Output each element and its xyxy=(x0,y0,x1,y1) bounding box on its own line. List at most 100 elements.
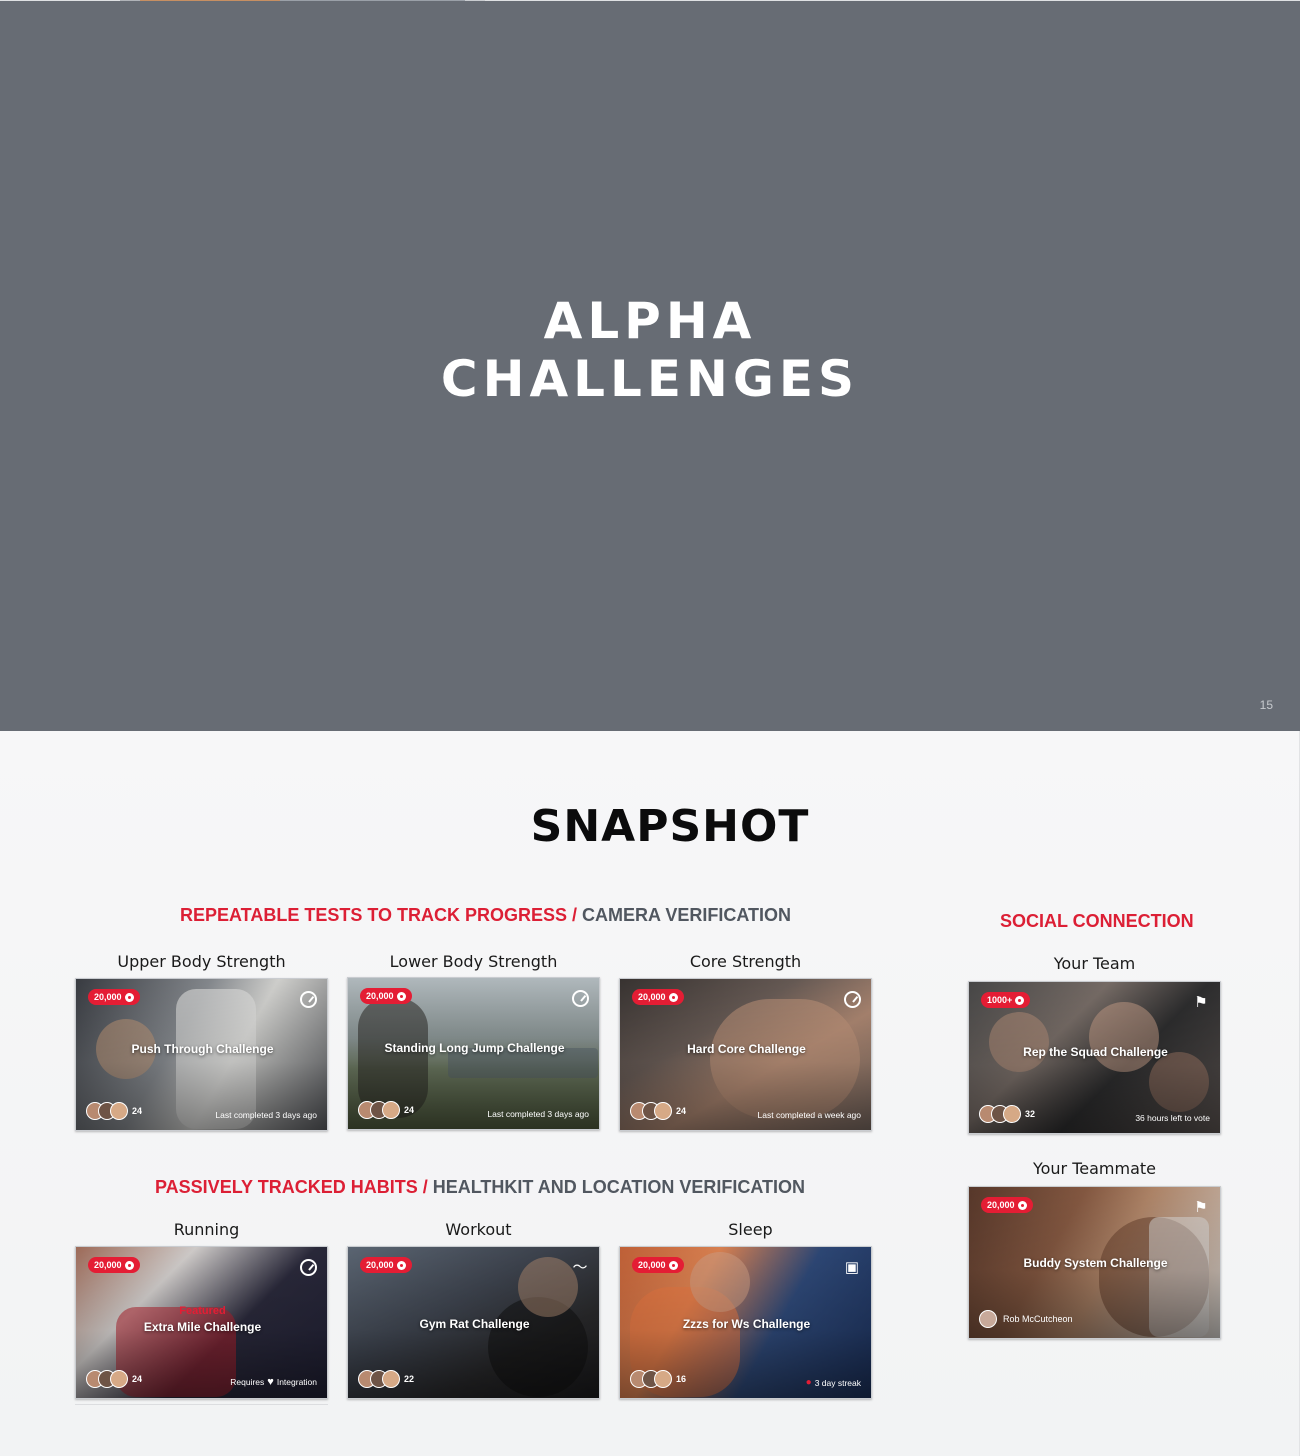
challenge-card-buddy-system[interactable]: 20,000 ⚑ Buddy System Challenge Rob McCu… xyxy=(968,1186,1221,1339)
heart-icon: ♥ xyxy=(267,1376,274,1388)
cover-title: ALPHA CHALLENGES xyxy=(0,292,1300,408)
card-underline xyxy=(75,1404,328,1405)
participant-count: 22 xyxy=(404,1374,415,1384)
challenge-card-rep-the-squad[interactable]: 1000+ ⚑ Rep the Squad Challenge 32 36 ho… xyxy=(968,981,1221,1134)
snapshot-title: SNAPSHOT xyxy=(530,801,810,852)
participant-count: 32 xyxy=(1025,1109,1036,1119)
snapshot-slide: SNAPSHOT REPEATABLE TESTS TO TRACK PROGR… xyxy=(0,731,1300,1456)
card-title: Zzzs for Ws Challenge xyxy=(682,1317,811,1331)
card-footer: Requires ♥ Integration xyxy=(230,1376,317,1388)
card-footer: Last completed 3 days ago xyxy=(215,1110,317,1120)
repeatable-heading: REPEATABLE TESTS TO TRACK PROGRESS / CAM… xyxy=(180,905,791,926)
teammate-name: Rob McCutcheon xyxy=(1003,1314,1073,1324)
cover-title-line1: ALPHA xyxy=(543,292,757,350)
challenge-card-gym-rat[interactable]: 20,000 〜 Gym Rat Challenge 22 xyxy=(347,1246,600,1399)
card-label-upper-body: Upper Body Strength xyxy=(117,952,286,971)
card-footer: Last completed a week ago xyxy=(757,1110,861,1120)
participant-count: 24 xyxy=(404,1105,415,1115)
participant-count: 16 xyxy=(676,1374,687,1384)
passive-heading-rest: HEALTHKIT AND LOCATION VERIFICATION xyxy=(427,1177,806,1197)
page-number: 15 xyxy=(1259,698,1273,712)
repeatable-heading-accent: REPEATABLE TESTS TO TRACK PROGRESS / xyxy=(180,905,578,925)
participant-avatars: 22 xyxy=(358,1370,414,1388)
points-badge: 20,000 xyxy=(88,1257,140,1273)
card-label-running: Running xyxy=(173,1220,240,1239)
teammate-info: Rob McCutcheon xyxy=(979,1310,1073,1328)
card-title: Buddy System Challenge xyxy=(1023,1256,1168,1270)
participant-avatars: 24 xyxy=(358,1101,414,1119)
card-label-your-team: Your Team xyxy=(1053,954,1136,973)
social-heading: SOCIAL CONNECTION xyxy=(1000,911,1194,932)
avatar xyxy=(382,1101,400,1119)
coin-icon xyxy=(668,1260,678,1270)
participant-count: 24 xyxy=(132,1374,143,1384)
avatar xyxy=(382,1370,400,1388)
avatar xyxy=(979,1310,997,1328)
participant-avatars: 16 xyxy=(630,1370,686,1388)
participant-avatars: 24 xyxy=(86,1102,142,1120)
card-title: Hard Core Challenge xyxy=(687,1042,806,1056)
card-title: Extra Mile Challenge xyxy=(143,1320,262,1334)
card-footer: 36 hours left to vote xyxy=(1135,1113,1210,1123)
passive-heading: PASSIVELY TRACKED HABITS / HEALTHKIT AND… xyxy=(155,1177,805,1198)
timer-icon xyxy=(844,991,861,1008)
coin-icon xyxy=(668,992,678,1002)
challenge-card-zzzs-for-ws[interactable]: 20,000 ▣ Zzzs for Ws Challenge 16 ● 3 da… xyxy=(619,1246,872,1399)
passive-heading-accent: PASSIVELY TRACKED HABITS / xyxy=(155,1177,428,1197)
avatar xyxy=(1003,1105,1021,1123)
requires-text: Requires xyxy=(230,1377,265,1387)
timer-icon xyxy=(572,990,589,1007)
flag-icon: ⚑ xyxy=(1194,1199,1208,1216)
coin-icon xyxy=(1017,1200,1027,1210)
participant-avatars: 24 xyxy=(86,1370,142,1388)
avatar xyxy=(110,1370,128,1388)
card-title: Push Through Challenge xyxy=(131,1042,274,1056)
points-badge: 1000+ xyxy=(981,992,1031,1008)
integration-text: Integration xyxy=(276,1377,317,1387)
cover-slide: ALPHA CHALLENGES 15 xyxy=(0,0,1300,731)
coin-icon xyxy=(396,991,406,1001)
points-badge: 20,000 xyxy=(632,1257,684,1273)
flag-icon: ⚑ xyxy=(1194,994,1208,1011)
coin-icon xyxy=(124,992,134,1002)
points-badge: 20,000 xyxy=(360,988,412,1004)
challenge-card-extra-mile[interactable]: 20,000 Featured Extra Mile Challenge 24 … xyxy=(75,1246,328,1399)
participant-avatars: 32 xyxy=(979,1105,1035,1123)
avatar xyxy=(654,1370,672,1388)
card-title: Rep the Squad Challenge xyxy=(1023,1045,1168,1059)
top-border xyxy=(0,0,1300,1)
avatar xyxy=(110,1102,128,1120)
card-label-your-teammate: Your Teammate xyxy=(1032,1159,1157,1178)
participant-avatars: 24 xyxy=(630,1102,686,1120)
streak-icon: ● xyxy=(805,1377,812,1388)
cover-title-line2: CHALLENGES xyxy=(440,350,860,408)
social-heading-text: SOCIAL CONNECTION xyxy=(1000,911,1194,931)
challenge-card-long-jump[interactable]: 20,000 Standing Long Jump Challenge 24 L… xyxy=(347,977,600,1130)
sleep-icon: ▣ xyxy=(844,1259,860,1276)
participant-count: 24 xyxy=(132,1106,143,1116)
challenge-card-push-through[interactable]: 20,000 Push Through Challenge 24 Last co… xyxy=(75,978,328,1131)
points-badge: 20,000 xyxy=(360,1257,412,1273)
timer-icon xyxy=(300,1259,317,1276)
avatar xyxy=(654,1102,672,1120)
coin-icon xyxy=(124,1260,134,1270)
card-label-lower-body: Lower Body Strength xyxy=(389,952,558,971)
streak-text: 3 day streak xyxy=(814,1377,861,1388)
points-badge: 20,000 xyxy=(88,989,140,1005)
card-label-sleep: Sleep xyxy=(728,1220,773,1239)
card-title: Standing Long Jump Challenge xyxy=(384,1041,565,1055)
card-title: Gym Rat Challenge xyxy=(419,1317,530,1331)
card-footer: ● 3 day streak xyxy=(806,1377,861,1388)
heartbeat-icon: 〜 xyxy=(572,1259,588,1276)
points-badge: 20,000 xyxy=(632,989,684,1005)
participant-count: 24 xyxy=(676,1106,687,1116)
challenge-card-hard-core[interactable]: 20,000 Hard Core Challenge 24 Last compl… xyxy=(619,978,872,1131)
featured-label: Featured xyxy=(179,1305,226,1317)
card-label-core: Core Strength xyxy=(689,952,802,971)
repeatable-heading-rest: CAMERA VERIFICATION xyxy=(577,905,792,925)
card-label-workout: Workout xyxy=(445,1220,512,1239)
timer-icon xyxy=(300,991,317,1008)
card-footer: Last completed 3 days ago xyxy=(487,1109,589,1119)
points-badge: 20,000 xyxy=(981,1197,1033,1213)
coin-icon xyxy=(1015,995,1025,1005)
